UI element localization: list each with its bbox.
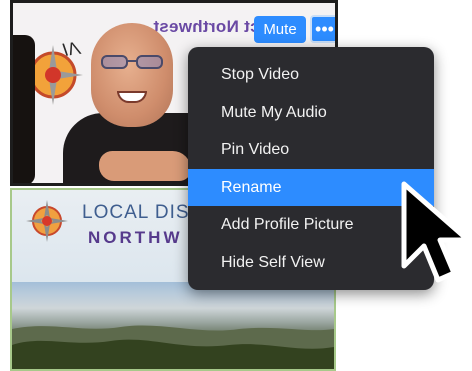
participant-glasses bbox=[101, 55, 163, 69]
landscape-hills bbox=[12, 325, 334, 369]
virtual-background-text: ct Northwest bbox=[153, 17, 260, 36]
participant-hand bbox=[99, 151, 191, 181]
zoom-gallery-view: ct Northwest ΛI Mute ••• LOCAL DIS NORTH… bbox=[0, 0, 472, 371]
more-options-button[interactable]: ••• bbox=[310, 15, 335, 43]
banner-subtitle: NORTHW bbox=[88, 228, 183, 247]
participant-head bbox=[91, 23, 173, 127]
banner-title: LOCAL DIS bbox=[82, 202, 190, 223]
participant-edge bbox=[13, 35, 35, 183]
background-logo-lettering: ΛI bbox=[61, 37, 82, 61]
menu-item-mute-my-audio[interactable]: Mute My Audio bbox=[188, 94, 434, 132]
mute-button[interactable]: Mute bbox=[254, 16, 306, 43]
ellipsis-icon: ••• bbox=[315, 19, 334, 39]
mouse-pointer-icon bbox=[401, 181, 471, 283]
compass-logo-icon bbox=[26, 200, 68, 242]
menu-item-pin-video[interactable]: Pin Video bbox=[188, 131, 434, 169]
menu-item-stop-video[interactable]: Stop Video bbox=[188, 56, 434, 94]
